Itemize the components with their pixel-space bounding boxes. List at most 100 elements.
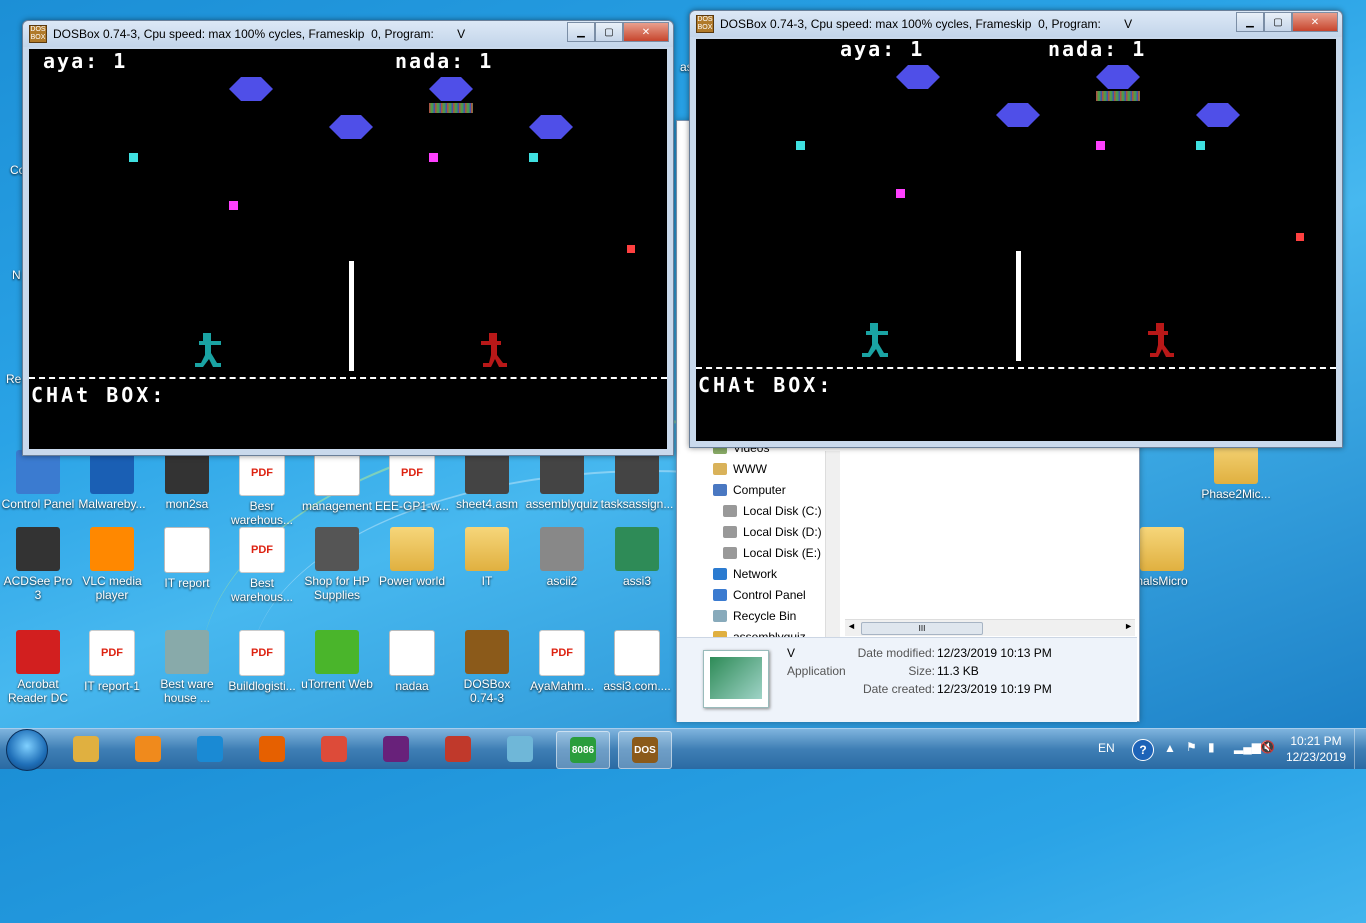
cyan-projectile — [529, 153, 538, 162]
game-screen[interactable]: aya: 1 nada: 1 CHAt BOX: — [696, 39, 1336, 441]
desktop-icon[interactable]: assi3.com.... — [599, 630, 675, 693]
nav-item[interactable]: Computer — [713, 481, 786, 499]
desktop-icon-label: DOSBox 0.74-3 — [463, 677, 511, 705]
desktop-icon[interactable]: Control Panel — [0, 450, 76, 511]
desktop-icon[interactable]: IT — [449, 527, 525, 588]
desktop-icon[interactable]: management — [299, 450, 375, 513]
ufo-sprite — [329, 115, 373, 139]
start-button[interactable] — [6, 729, 48, 771]
pdf-icon — [239, 450, 285, 496]
dosbox-window-right[interactable]: DOS BOX DOSBox 0.74-3, Cpu speed: max 10… — [689, 10, 1343, 448]
nav-item-label: Local Disk (C:) — [743, 504, 822, 518]
visual-studio-taskbar-button[interactable] — [370, 731, 422, 767]
desktop-icon-label: assi3.com.... — [603, 679, 671, 693]
nav-item[interactable]: Control Panel — [713, 586, 806, 604]
nav-item[interactable]: Local Disk (E:) — [723, 544, 821, 562]
horizontal-scrollbar[interactable]: ◄ III ► — [845, 619, 1135, 636]
desktop-icon[interactable]: Acrobat Reader DC — [0, 630, 76, 705]
show-hidden-icons-icon[interactable]: ▲ — [1164, 741, 1176, 755]
desktop-icon[interactable]: Power world — [374, 527, 450, 588]
chat-box-label: CHAt BOX: — [31, 383, 167, 407]
date-modified-label: Date modified: — [857, 646, 935, 660]
desktop-icon-label: ascii2 — [546, 574, 578, 588]
explorer-taskbar-button[interactable] — [60, 731, 112, 767]
player2-score: nada: 1 — [1048, 39, 1147, 61]
ie-taskbar-button[interactable] — [184, 731, 236, 767]
dosbox-window-left[interactable]: DOS BOX DOSBox 0.74-3, Cpu speed: max 10… — [22, 20, 674, 456]
ufo-sprite — [896, 65, 940, 89]
desktop-icon[interactable]: Shop for HP Supplies — [299, 527, 375, 602]
firefox-taskbar-button[interactable] — [246, 731, 298, 767]
game-screen[interactable]: aya: 1 nada: 1 CHAt BOX: — [29, 49, 667, 449]
close-button[interactable]: ✕ — [1292, 12, 1338, 32]
scroll-left-arrow[interactable]: ◄ — [847, 621, 856, 631]
desktop-icon[interactable]: Best ware house ... — [149, 630, 225, 705]
maximize-button[interactable]: ▢ — [1264, 12, 1292, 32]
clock-date[interactable]: 12/23/2019 — [1284, 750, 1348, 764]
volume-muted-icon[interactable]: 🔇 — [1260, 740, 1275, 754]
clock-time[interactable]: 10:21 PM — [1290, 734, 1342, 748]
image-icon — [615, 527, 659, 571]
desktop-icon[interactable]: tasksassign... — [599, 450, 675, 511]
nav-item[interactable]: WWW — [713, 460, 767, 478]
minimize-button[interactable]: ▁ — [567, 22, 595, 42]
scroll-thumb[interactable]: III — [861, 622, 983, 635]
desktop-icon[interactable]: Besr warehous... — [224, 450, 300, 527]
desktop-icon[interactable]: Phase2Mic... — [1198, 440, 1274, 501]
language-indicator[interactable]: EN — [1098, 741, 1115, 755]
show-desktop-button[interactable] — [1354, 729, 1366, 769]
desktop-icon[interactable]: IT report-1 — [74, 630, 150, 693]
emu8086-taskbar-button[interactable]: 8086 — [556, 731, 610, 769]
vertical-scrollbar[interactable] — [825, 451, 840, 637]
desktop-icon[interactable]: AyaMahm... — [524, 630, 600, 693]
desktop-icon-label: nadaa — [395, 679, 429, 693]
desktop-icon[interactable]: Buildlogisti... — [224, 630, 300, 693]
notepad-taskbar-button[interactable] — [494, 731, 546, 767]
desktop-icon[interactable]: IT report — [149, 527, 225, 590]
desktop-icon[interactable]: VLC media player — [74, 527, 150, 602]
size-value: 11.3 KB — [937, 664, 979, 678]
scroll-right-arrow[interactable]: ► — [1124, 621, 1133, 631]
desktop-icon-label: Buildlogisti... — [228, 679, 296, 693]
desktop-icon[interactable]: uTorrent Web — [299, 630, 375, 691]
desktop-icon[interactable]: assi3 — [599, 527, 675, 588]
desktop-icon-label: uTorrent Web — [301, 677, 373, 691]
desktop-icon[interactable]: Best warehous... — [224, 527, 300, 604]
ufo-sprite — [1196, 103, 1240, 127]
desktop-icon[interactable]: EEE-GP1-w... — [374, 450, 450, 513]
network-signal-icon[interactable]: ▂▄▆ — [1234, 740, 1261, 754]
media-player-taskbar-button[interactable] — [122, 731, 174, 767]
power-icon[interactable]: ▮ — [1208, 740, 1215, 754]
toolbox-taskbar-button[interactable] — [432, 731, 484, 767]
desktop-icon[interactable]: ACDSee Pro 3 — [0, 527, 76, 602]
desktop-icon[interactable]: assemblyquiz — [524, 450, 600, 511]
desktop-icon[interactable]: Malwareby... — [74, 450, 150, 511]
nav-item[interactable]: Recycle Bin — [713, 607, 796, 625]
nav-item[interactable]: Local Disk (C:) — [723, 502, 822, 520]
desktop-icon[interactable]: ascii2 — [524, 527, 600, 588]
nav-item[interactable]: Network — [713, 565, 777, 583]
cyan-projectile — [796, 141, 805, 150]
desktop-icon[interactable]: mon2sa — [149, 450, 225, 511]
folder-icon — [73, 736, 99, 762]
desktop-icon[interactable]: DOSBox 0.74-3 — [449, 630, 525, 705]
dosbox-taskbar-button[interactable]: DOS — [618, 731, 672, 769]
nav-item[interactable]: Local Disk (D:) — [723, 523, 822, 541]
minimize-button[interactable]: ▁ — [1236, 12, 1264, 32]
file-list-pane — [841, 451, 1137, 617]
ufo-sprite — [429, 77, 473, 101]
desktop-icon[interactable]: nadaa — [374, 630, 450, 693]
maximize-button[interactable]: ▢ — [595, 22, 623, 42]
help-icon[interactable]: ? — [1132, 739, 1154, 761]
cyan-projectile — [1196, 141, 1205, 150]
chrome-taskbar-button[interactable] — [308, 731, 360, 767]
magenta-projectile — [429, 153, 438, 162]
desktop-icon[interactable]: sheet4.asm — [449, 450, 525, 511]
close-button[interactable]: ✕ — [623, 22, 669, 42]
pdf-icon — [89, 630, 135, 676]
flag-icon[interactable]: ⚑ — [1186, 740, 1197, 754]
details-pane: V Application Date modified: 12/23/2019 … — [677, 637, 1137, 722]
ufo-sprite — [529, 115, 573, 139]
nav-item-label: Control Panel — [733, 588, 806, 602]
blank-file-icon — [614, 630, 660, 676]
